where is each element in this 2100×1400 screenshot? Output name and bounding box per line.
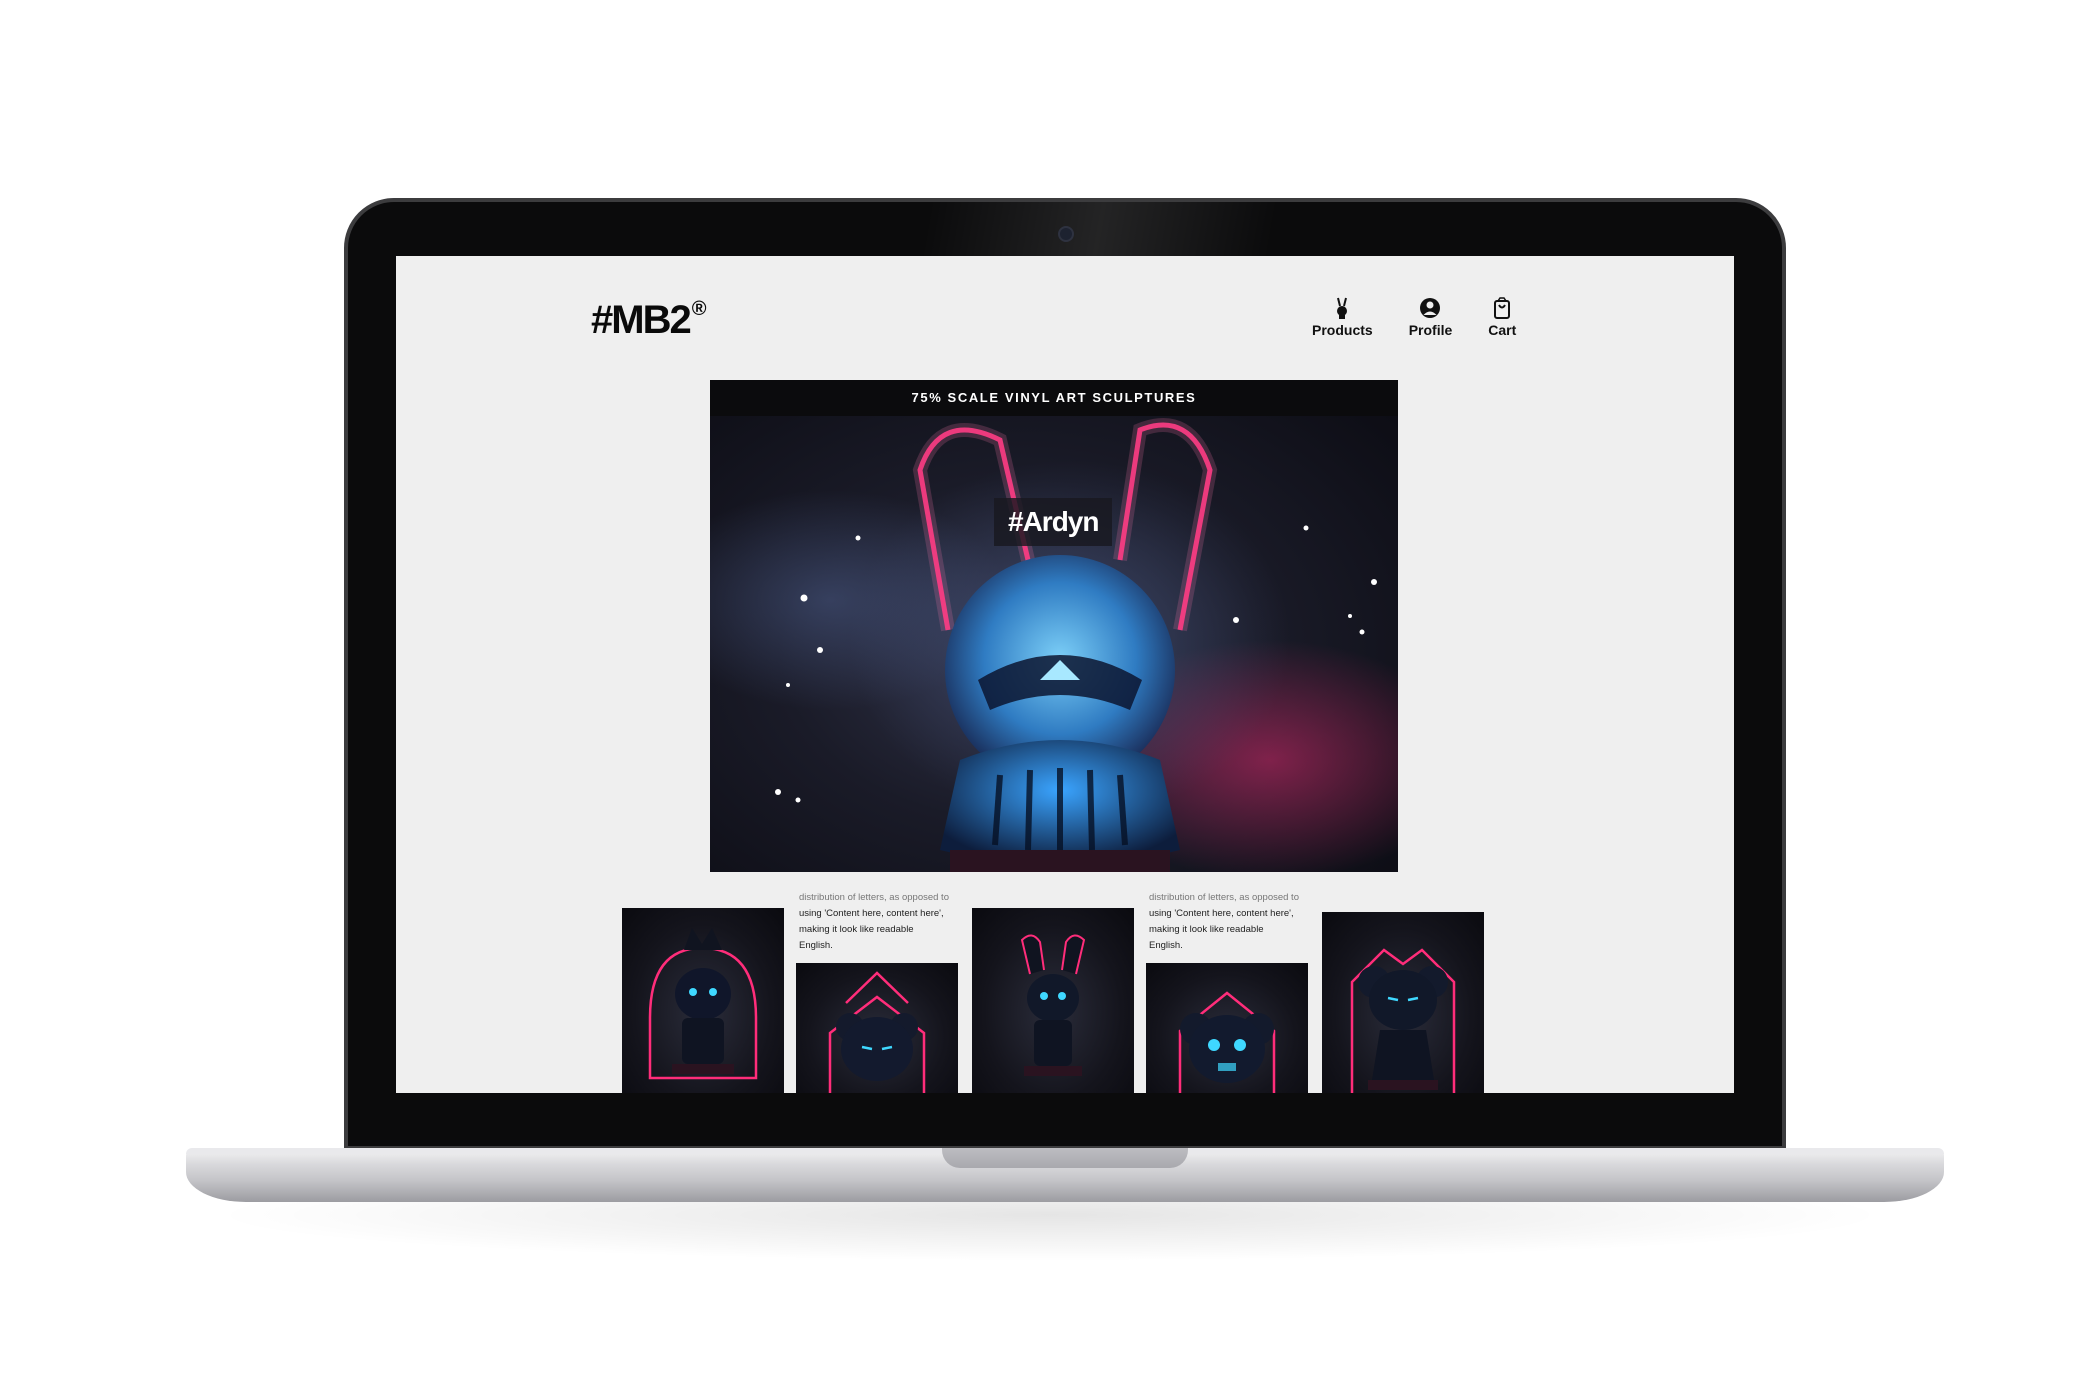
product-tile[interactable]	[796, 963, 958, 1093]
user-icon	[1420, 298, 1441, 318]
product-tile[interactable]	[972, 908, 1134, 1093]
nav-products-label: Products	[1312, 322, 1373, 338]
caption-1-line-1: distribution of letters, as opposed to	[799, 892, 949, 903]
logo-text: #MB2	[591, 298, 692, 342]
caption-2-line-2: using 'Content here, content here',	[1149, 908, 1294, 919]
product-tile[interactable]	[1146, 963, 1308, 1093]
caption-2-line-1: distribution of letters, as opposed to	[1149, 892, 1299, 903]
product-figure-image	[1178, 991, 1276, 1093]
main-nav: Products Profile Cart	[1312, 296, 1552, 338]
caption-2-line-3: making it look like readable English.	[1149, 924, 1264, 951]
product-tile[interactable]	[622, 908, 784, 1093]
product-figure-image	[828, 971, 926, 1093]
hero-banner-image[interactable]: 75% SCALE VINYL ART SCULPTURES #Ardyn	[710, 380, 1398, 872]
shopping-bag-icon	[1494, 297, 1511, 319]
laptop-opening-notch	[942, 1148, 1188, 1168]
product-mockup-stage: #MB2 ® Products Profile Cart 75% SCALE V…	[0, 0, 2100, 1400]
gallery-caption-2: distribution of letters, as opposed to u…	[1149, 890, 1299, 954]
registered-mark: ®	[691, 298, 707, 320]
nav-cart-label: Cart	[1488, 322, 1517, 338]
gallery-caption-1: distribution of letters, as opposed to u…	[799, 890, 949, 954]
product-figure-image	[1020, 934, 1086, 1076]
site-logo[interactable]: #MB2 ®	[591, 298, 706, 343]
product-figure-image	[1350, 948, 1456, 1093]
caption-1-line-2: using 'Content here, content here',	[799, 908, 944, 919]
nav-profile-label: Profile	[1408, 322, 1453, 338]
hero-product-tag: #Ardyn	[994, 498, 1113, 546]
bunny-icon	[1337, 297, 1348, 319]
nav-profile[interactable]: Profile	[1408, 296, 1453, 338]
laptop-screen: #MB2 ® Products Profile Cart 75% SCALE V…	[396, 256, 1734, 1093]
caption-1-line-3: making it look like readable English.	[799, 924, 914, 951]
hero-banner-title: 75% SCALE VINYL ART SCULPTURES	[710, 380, 1398, 416]
product-tile[interactable]	[1322, 912, 1484, 1093]
webcam-icon	[1058, 226, 1074, 242]
nav-products[interactable]: Products	[1312, 296, 1373, 338]
product-figure-image	[648, 928, 758, 1080]
nav-cart[interactable]: Cart	[1488, 296, 1516, 338]
hero-figure-illustration	[710, 418, 1398, 872]
